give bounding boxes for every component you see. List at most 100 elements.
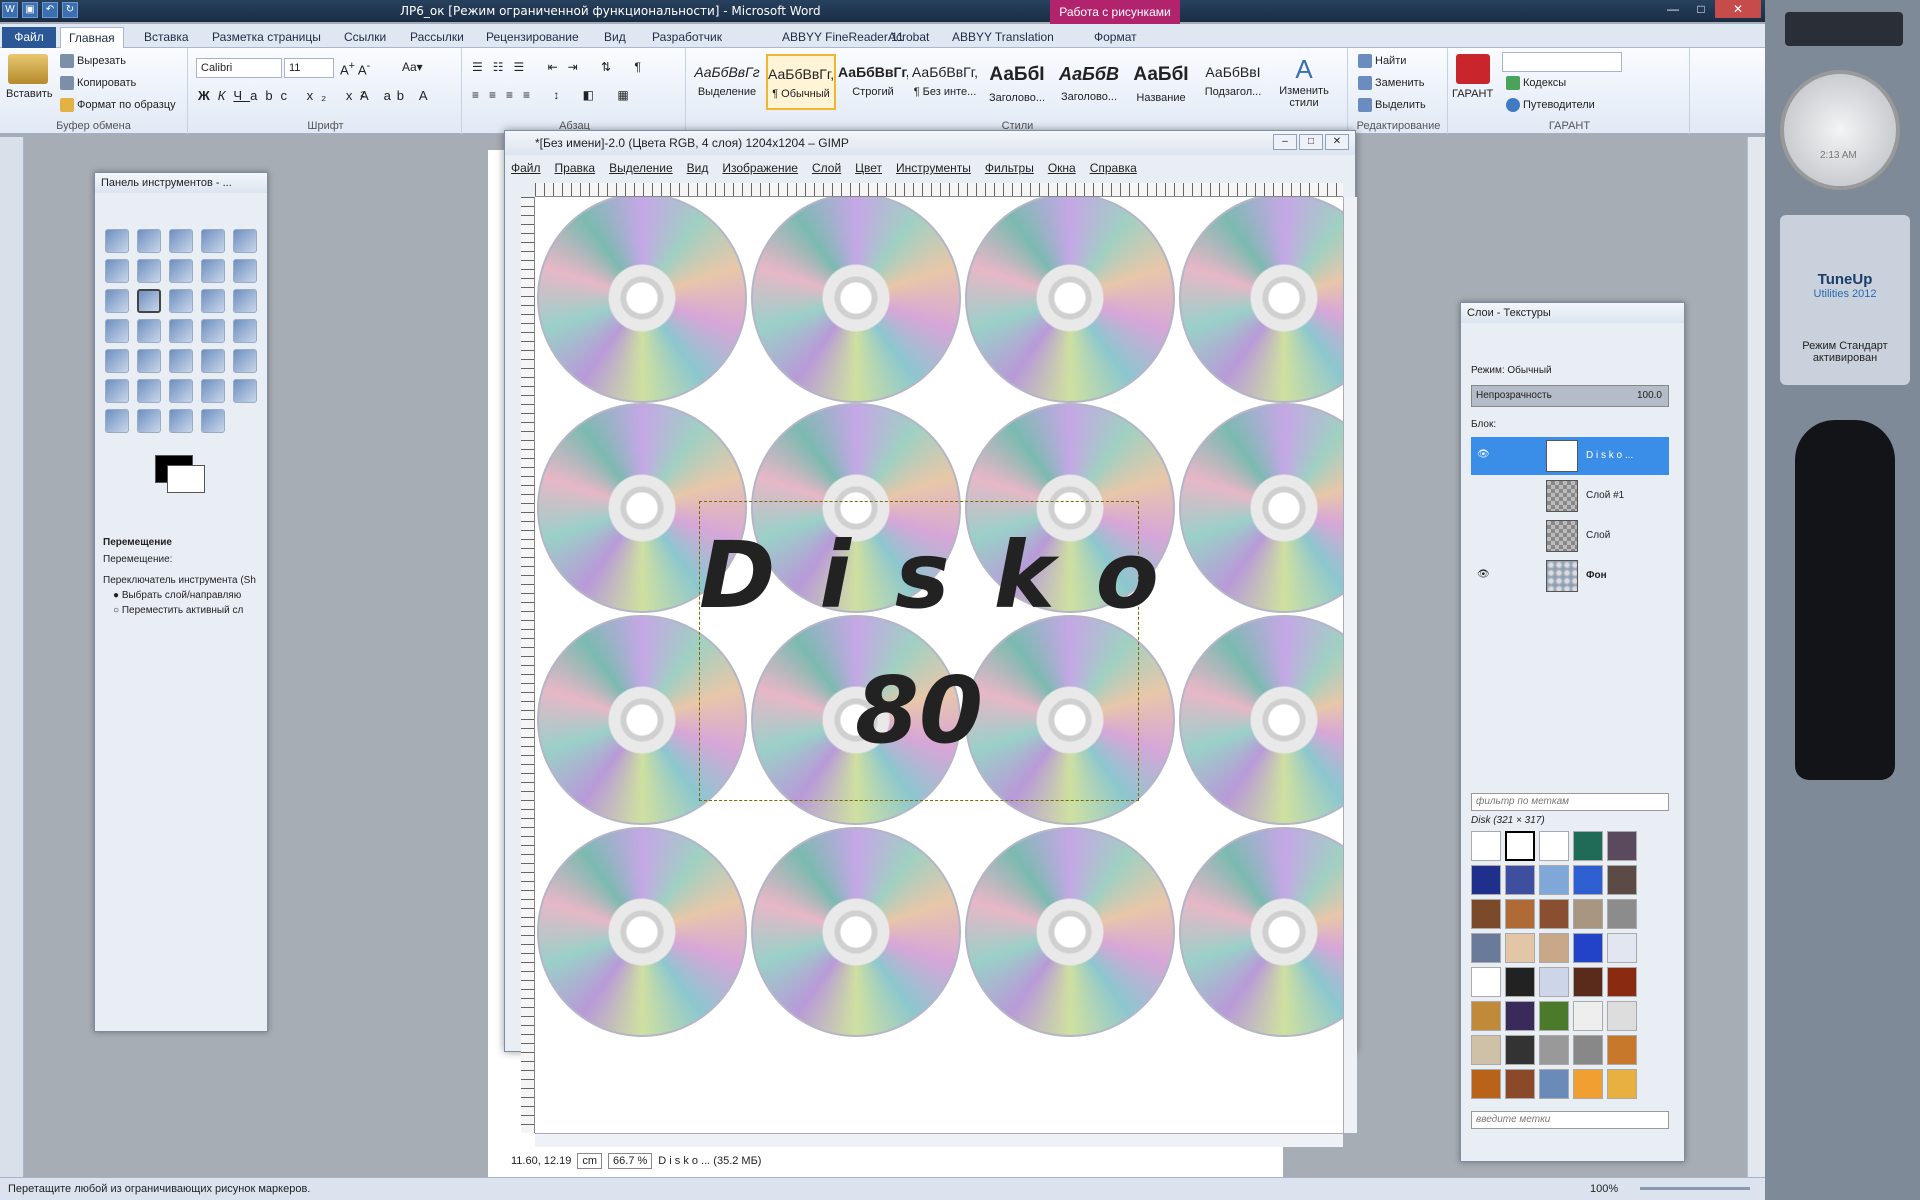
gimp-maximize-button[interactable]: □ bbox=[1299, 134, 1323, 150]
cut-button[interactable]: Вырезать bbox=[60, 54, 126, 68]
guides-button[interactable]: Путеводители bbox=[1506, 98, 1595, 112]
layer-row[interactable]: Слой bbox=[1471, 517, 1669, 555]
font-format-buttons[interactable]: ЖКЧabc x₂ x² bbox=[198, 88, 373, 103]
replace-button[interactable]: Заменить bbox=[1358, 76, 1424, 90]
pattern-swatch[interactable] bbox=[1539, 865, 1569, 895]
pick-layer-radio[interactable]: ● Выбрать слой/направляю bbox=[113, 590, 259, 601]
select-button[interactable]: Выделить bbox=[1358, 98, 1426, 112]
list-buttons[interactable]: ☰☷☰ ⇤⇥ ⇅ ¶ bbox=[472, 60, 651, 74]
pattern-swatch[interactable] bbox=[1539, 1035, 1569, 1065]
font-color-buttons[interactable]: A ab A bbox=[360, 88, 434, 103]
pattern-swatch[interactable] bbox=[1471, 1001, 1501, 1031]
tag-filter-input[interactable]: фильтр по меткам bbox=[1471, 793, 1669, 811]
style-gallery-item[interactable]: АаБбI Заголово... bbox=[982, 54, 1052, 110]
move-tool-icon[interactable] bbox=[137, 289, 161, 313]
pattern-swatch[interactable] bbox=[1607, 933, 1637, 963]
dodge-burn-tool-icon[interactable] bbox=[201, 409, 225, 433]
rotate-tool-icon[interactable] bbox=[233, 289, 257, 313]
eye-icon[interactable]: 👁 bbox=[1477, 449, 1490, 460]
maximize-button[interactable]: □ bbox=[1687, 0, 1715, 18]
pattern-swatch[interactable] bbox=[1573, 933, 1603, 963]
menu-view[interactable]: Вид bbox=[687, 161, 709, 175]
menu-layer[interactable]: Слой bbox=[812, 161, 841, 175]
layer-row[interactable]: Слой #1 bbox=[1471, 477, 1669, 515]
menu-windows[interactable]: Окна bbox=[1048, 161, 1076, 175]
garant-search-input[interactable] bbox=[1502, 52, 1622, 72]
zoom-slider[interactable] bbox=[1640, 1187, 1750, 1190]
undo-icon[interactable]: ↶ bbox=[42, 2, 58, 18]
pattern-swatch[interactable] bbox=[1573, 1035, 1603, 1065]
style-gallery-item[interactable]: АаБбВвI Подзагол... bbox=[1198, 54, 1268, 110]
pattern-swatch[interactable] bbox=[1607, 899, 1637, 929]
heal-tool-icon[interactable] bbox=[233, 379, 257, 403]
pattern-swatch[interactable] bbox=[1607, 865, 1637, 895]
pattern-swatch[interactable] bbox=[1539, 933, 1569, 963]
pattern-swatch[interactable] bbox=[1471, 967, 1501, 997]
pattern-swatch[interactable] bbox=[1573, 967, 1603, 997]
style-gallery-item[interactable]: АаБбВ Заголово... bbox=[1054, 54, 1124, 110]
cage-tool-icon[interactable] bbox=[233, 319, 257, 343]
scale-tool-icon[interactable] bbox=[105, 319, 129, 343]
background-color-swatch[interactable] bbox=[167, 465, 205, 493]
pattern-swatch[interactable] bbox=[1539, 967, 1569, 997]
scissors-tool-icon[interactable] bbox=[105, 259, 129, 283]
tuneup-gadget[interactable]: TuneUp Utilities 2012 Режим Стандарт акт… bbox=[1780, 215, 1910, 385]
font-size-select[interactable]: 11 bbox=[284, 58, 334, 78]
pattern-swatch[interactable] bbox=[1505, 1069, 1535, 1099]
style-gallery-item[interactable]: АаБбВвГг Выделение bbox=[692, 54, 762, 110]
smudge-tool-icon[interactable] bbox=[169, 409, 193, 433]
style-gallery-item[interactable]: АаБбВвГг, ¶ Без инте... bbox=[910, 54, 980, 110]
free-select-tool-icon[interactable] bbox=[169, 229, 193, 253]
tab-review[interactable]: Рецензирование bbox=[478, 27, 587, 48]
ellipse-select-tool-icon[interactable] bbox=[137, 229, 161, 253]
clone-tool-icon[interactable] bbox=[201, 379, 225, 403]
minimize-button[interactable]: — bbox=[1659, 0, 1687, 18]
pattern-swatch[interactable] bbox=[1573, 899, 1603, 929]
pattern-swatch[interactable] bbox=[1607, 1001, 1637, 1031]
pattern-swatch[interactable] bbox=[1607, 831, 1637, 861]
change-styles-button[interactable]: A Изменить стили bbox=[1274, 54, 1334, 109]
pattern-swatch[interactable] bbox=[1505, 865, 1535, 895]
ink-tool-icon[interactable] bbox=[169, 379, 193, 403]
pattern-swatch[interactable] bbox=[1505, 899, 1535, 929]
rect-select-tool-icon[interactable] bbox=[105, 229, 129, 253]
mode-select[interactable]: Режим: Обычный bbox=[1471, 365, 1552, 376]
crop-tool-icon[interactable] bbox=[201, 289, 225, 313]
paste-icon[interactable] bbox=[8, 54, 48, 84]
paths-tool-icon[interactable] bbox=[169, 259, 193, 283]
pattern-swatch[interactable] bbox=[1573, 865, 1603, 895]
gimp-minimize-button[interactable]: – bbox=[1273, 134, 1297, 150]
style-gallery-item[interactable]: АаБбВвГг, ¶ Обычный bbox=[766, 54, 836, 110]
pattern-swatch[interactable] bbox=[1471, 1035, 1501, 1065]
fuzzy-select-tool-icon[interactable] bbox=[201, 229, 225, 253]
pattern-swatch[interactable] bbox=[1573, 1001, 1603, 1031]
menu-select[interactable]: Выделение bbox=[609, 161, 673, 175]
blend-tool-icon[interactable] bbox=[169, 349, 193, 373]
pattern-swatch[interactable] bbox=[1539, 899, 1569, 929]
bucket-fill-tool-icon[interactable] bbox=[137, 349, 161, 373]
menu-help[interactable]: Справка bbox=[1090, 161, 1137, 175]
grow-font-button[interactable]: A+ A- bbox=[340, 60, 370, 77]
style-gallery-item[interactable]: АаБбI Название bbox=[1126, 54, 1196, 110]
garant-button[interactable]: ГАРАНТ bbox=[1452, 88, 1493, 100]
pattern-swatch[interactable] bbox=[1471, 899, 1501, 929]
word-vertical-scrollbar[interactable] bbox=[1747, 137, 1765, 1177]
pattern-swatch[interactable] bbox=[1607, 1035, 1637, 1065]
measure-tool-icon[interactable] bbox=[105, 289, 129, 313]
shear-tool-icon[interactable] bbox=[137, 319, 161, 343]
pattern-swatch[interactable] bbox=[1505, 1001, 1535, 1031]
tags-input[interactable]: введите метки bbox=[1471, 1111, 1669, 1129]
pattern-swatch[interactable] bbox=[1471, 831, 1501, 861]
menu-edit[interactable]: Правка bbox=[555, 161, 596, 175]
flip-tool-icon[interactable] bbox=[201, 319, 225, 343]
pattern-swatch[interactable] bbox=[1539, 831, 1569, 861]
opacity-slider[interactable]: Непрозрачность 100.0 bbox=[1471, 385, 1669, 407]
close-button[interactable]: ✕ bbox=[1715, 0, 1761, 18]
tab-file[interactable]: Файл bbox=[2, 27, 56, 48]
pattern-swatch[interactable] bbox=[1539, 1069, 1569, 1099]
tab-mailings[interactable]: Рассылки bbox=[402, 27, 472, 48]
zoom-select[interactable]: 66.7 % bbox=[608, 1153, 653, 1169]
tab-page-layout[interactable]: Разметка страницы bbox=[204, 27, 329, 48]
codes-button[interactable]: Кодексы bbox=[1506, 76, 1566, 90]
pattern-swatch[interactable] bbox=[1573, 1069, 1603, 1099]
